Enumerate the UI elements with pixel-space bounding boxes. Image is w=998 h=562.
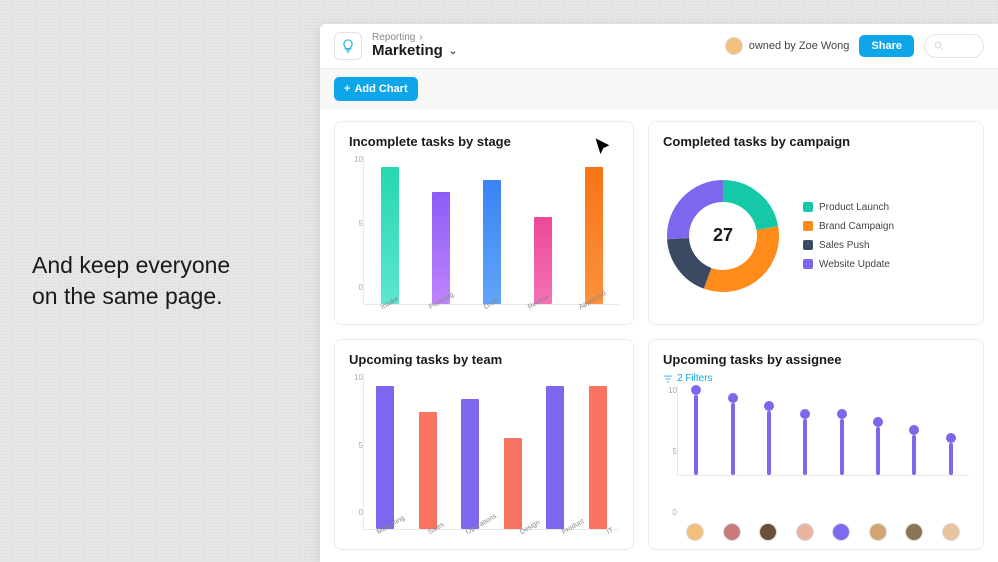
search-icon [933,40,945,52]
chart-bar [381,167,399,304]
assignee-avatar[interactable] [723,523,741,541]
toolbar: + Add Chart [320,69,998,109]
donut-center-value: 27 [663,176,783,296]
legend-swatch [803,259,813,269]
chart-bar [504,438,522,529]
lollipop-point [909,425,919,475]
owner-indicator[interactable]: owned by Zoe Wong [725,37,850,55]
chevron-down-icon: ⌄ [449,46,457,57]
chart-bar [461,399,479,529]
chart-bar [376,386,394,529]
lollipop-point [837,409,847,475]
chart-bar [546,386,564,529]
card-upcoming-by-assignee[interactable]: Upcoming tasks by assignee 2 Filters 105… [648,339,984,550]
chart-bar [432,192,450,304]
owner-label: owned by Zoe Wong [749,40,850,52]
legend-swatch [803,221,813,231]
filter-label: 2 Filters [677,373,713,384]
hero-line: on the same page. [32,283,223,309]
card-incomplete-tasks[interactable]: Incomplete tasks by stage 1050IntakePlan… [334,121,634,325]
project-title-dropdown[interactable]: Marketing ⌄ [372,43,457,60]
lollipop-point [800,409,810,475]
hero-line: And keep everyone [32,252,230,278]
app-header: Reporting › Marketing ⌄ owned by Zoe Won… [320,24,998,69]
legend-item[interactable]: Brand Campaign [803,221,894,232]
card-upcoming-by-team[interactable]: Upcoming tasks by team 1050MarketingSale… [334,339,634,550]
share-button[interactable]: Share [859,35,914,57]
card-title: Completed tasks by campaign [663,134,969,149]
donut-legend: Product Launch Brand Campaign Sales Push We… [803,202,894,270]
legend-item[interactable]: Sales Push [803,240,894,251]
lollipop-point [728,393,738,475]
search-input[interactable] [924,34,984,58]
assignee-avatar[interactable] [905,523,923,541]
lollipop-point [764,401,774,475]
filter-link[interactable]: 2 Filters [663,373,969,384]
add-chart-label: Add Chart [354,83,407,95]
legend-item[interactable]: Website Update [803,259,894,270]
card-title: Upcoming tasks by team [349,352,619,367]
chart-bar [589,386,607,529]
legend-label: Brand Campaign [819,221,894,232]
assignee-avatar[interactable] [832,523,850,541]
filter-icon [663,374,673,384]
assignee-avatar[interactable] [869,523,887,541]
lollipop-point [946,433,956,475]
lollipop-point [873,417,883,475]
donut-chart: 27 [663,176,783,296]
project-lightbulb-icon [334,32,362,60]
legend-label: Sales Push [819,240,870,251]
assignee-avatar[interactable] [759,523,777,541]
card-completed-tasks[interactable]: Completed tasks by campaign 27 Product L… [648,121,984,325]
dashboard-grid: Incomplete tasks by stage 1050IntakePlan… [320,109,998,562]
assignee-avatar[interactable] [796,523,814,541]
card-title: Upcoming tasks by assignee [663,352,969,367]
add-chart-button[interactable]: + Add Chart [334,77,418,101]
plus-icon: + [344,83,350,95]
owner-avatar [725,37,743,55]
chart-bar [534,217,552,304]
legend-swatch [803,202,813,212]
card-title: Incomplete tasks by stage [349,134,619,149]
chart-bar [419,412,437,529]
legend-item[interactable]: Product Launch [803,202,894,213]
chart-bar [585,167,603,304]
assignee-avatar[interactable] [942,523,960,541]
assignee-avatar[interactable] [686,523,704,541]
lollipop-point [691,385,701,475]
assignee-avatar-row [663,523,969,541]
chart-bar [483,180,501,304]
app-window: Reporting › Marketing ⌄ owned by Zoe Won… [320,24,998,562]
project-title-text: Marketing [372,43,443,60]
legend-label: Website Update [819,259,890,270]
legend-swatch [803,240,813,250]
marketing-hero: And keep everyone on the same page. [0,0,320,562]
legend-label: Product Launch [819,202,889,213]
